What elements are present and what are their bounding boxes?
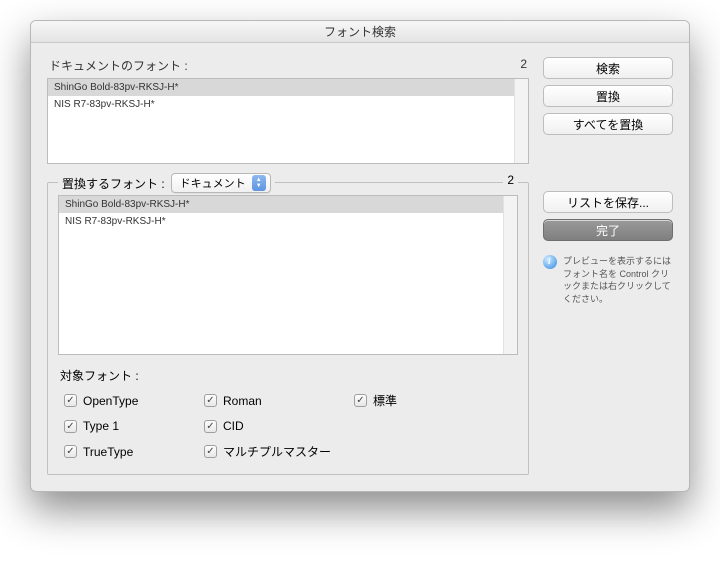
document-fonts-list[interactable]: ShinGo Bold-83pv-RKSJ-H* NIS R7-83pv-RKS… bbox=[47, 78, 529, 164]
check-multiplemaster[interactable]: ✓マルチプルマスター bbox=[204, 443, 474, 460]
check-truetype[interactable]: ✓TrueType bbox=[64, 443, 204, 460]
check-type1[interactable]: ✓Type 1 bbox=[64, 419, 204, 433]
titlebar: フォント検索 bbox=[31, 21, 689, 43]
find-button[interactable]: 検索 bbox=[543, 57, 673, 79]
spacer bbox=[543, 141, 673, 185]
replace-source-dropdown[interactable]: ドキュメント ▲▼ bbox=[171, 173, 271, 193]
dropdown-value: ドキュメント bbox=[180, 175, 246, 191]
list-item[interactable]: NIS R7-83pv-RKSJ-H* bbox=[59, 213, 517, 230]
check-roman[interactable]: ✓Roman bbox=[204, 392, 354, 409]
right-column: 検索 置換 すべてを置換 リストを保存... 完了 プレビューを表示するにはフォ… bbox=[543, 57, 673, 475]
replace-fonts-list[interactable]: ShinGo Bold-83pv-RKSJ-H* NIS R7-83pv-RKS… bbox=[58, 195, 518, 355]
checkbox-icon: ✓ bbox=[64, 394, 77, 407]
info-message: プレビューを表示するにはフォント名を Control クリックまたは右クリックし… bbox=[543, 255, 673, 305]
document-fonts-count: 2 bbox=[520, 57, 527, 74]
left-column: ドキュメントのフォント : 2 ShinGo Bold-83pv-RKSJ-H*… bbox=[47, 57, 529, 475]
document-fonts-label: ドキュメントのフォント : bbox=[49, 57, 188, 74]
replace-button[interactable]: 置換 bbox=[543, 85, 673, 107]
checkbox-icon: ✓ bbox=[354, 394, 367, 407]
list-item[interactable]: ShinGo Bold-83pv-RKSJ-H* bbox=[48, 79, 528, 96]
checkbox-icon: ✓ bbox=[204, 445, 217, 458]
content-area: ドキュメントのフォント : 2 ShinGo Bold-83pv-RKSJ-H*… bbox=[31, 43, 689, 491]
checkbox-icon: ✓ bbox=[204, 394, 217, 407]
checkbox-icon: ✓ bbox=[64, 420, 77, 433]
list-item[interactable]: NIS R7-83pv-RKSJ-H* bbox=[48, 96, 528, 113]
replace-fonts-legend: 置換するフォント : ドキュメント ▲▼ bbox=[58, 173, 275, 193]
replace-fonts-group: 置換するフォント : ドキュメント ▲▼ 2 ShinGo Bold-83pv-… bbox=[47, 182, 529, 475]
list-item[interactable]: ShinGo Bold-83pv-RKSJ-H* bbox=[59, 196, 517, 213]
check-cid[interactable]: ✓CID bbox=[204, 419, 354, 433]
scrollbar[interactable] bbox=[514, 79, 528, 163]
chevron-updown-icon: ▲▼ bbox=[252, 175, 266, 191]
replace-fonts-count-wrap: 2 bbox=[503, 173, 518, 187]
window-title: フォント検索 bbox=[324, 23, 396, 40]
checkbox-icon: ✓ bbox=[204, 420, 217, 433]
replace-fonts-label: 置換するフォント : bbox=[62, 175, 165, 192]
target-fonts-label: 対象フォント : bbox=[60, 367, 518, 384]
save-list-button[interactable]: リストを保存... bbox=[543, 191, 673, 213]
info-text: プレビューを表示するにはフォント名を Control クリックまたは右クリックし… bbox=[563, 255, 673, 305]
checkbox-icon: ✓ bbox=[64, 445, 77, 458]
info-icon bbox=[543, 255, 557, 269]
document-fonts-header: ドキュメントのフォント : 2 bbox=[47, 57, 529, 74]
check-opentype[interactable]: ✓OpenType bbox=[64, 392, 204, 409]
done-button[interactable]: 完了 bbox=[543, 219, 673, 241]
check-standard[interactable]: ✓標準 bbox=[354, 392, 474, 409]
replace-fonts-count: 2 bbox=[507, 173, 514, 187]
dialog-window: フォント検索 ドキュメントのフォント : 2 ShinGo Bold-83pv-… bbox=[30, 20, 690, 492]
replace-all-button[interactable]: すべてを置換 bbox=[543, 113, 673, 135]
target-fonts-checks: ✓OpenType ✓Roman ✓標準 ✓Type 1 ✓CID ✓TrueT… bbox=[58, 392, 518, 460]
scrollbar[interactable] bbox=[503, 196, 517, 354]
